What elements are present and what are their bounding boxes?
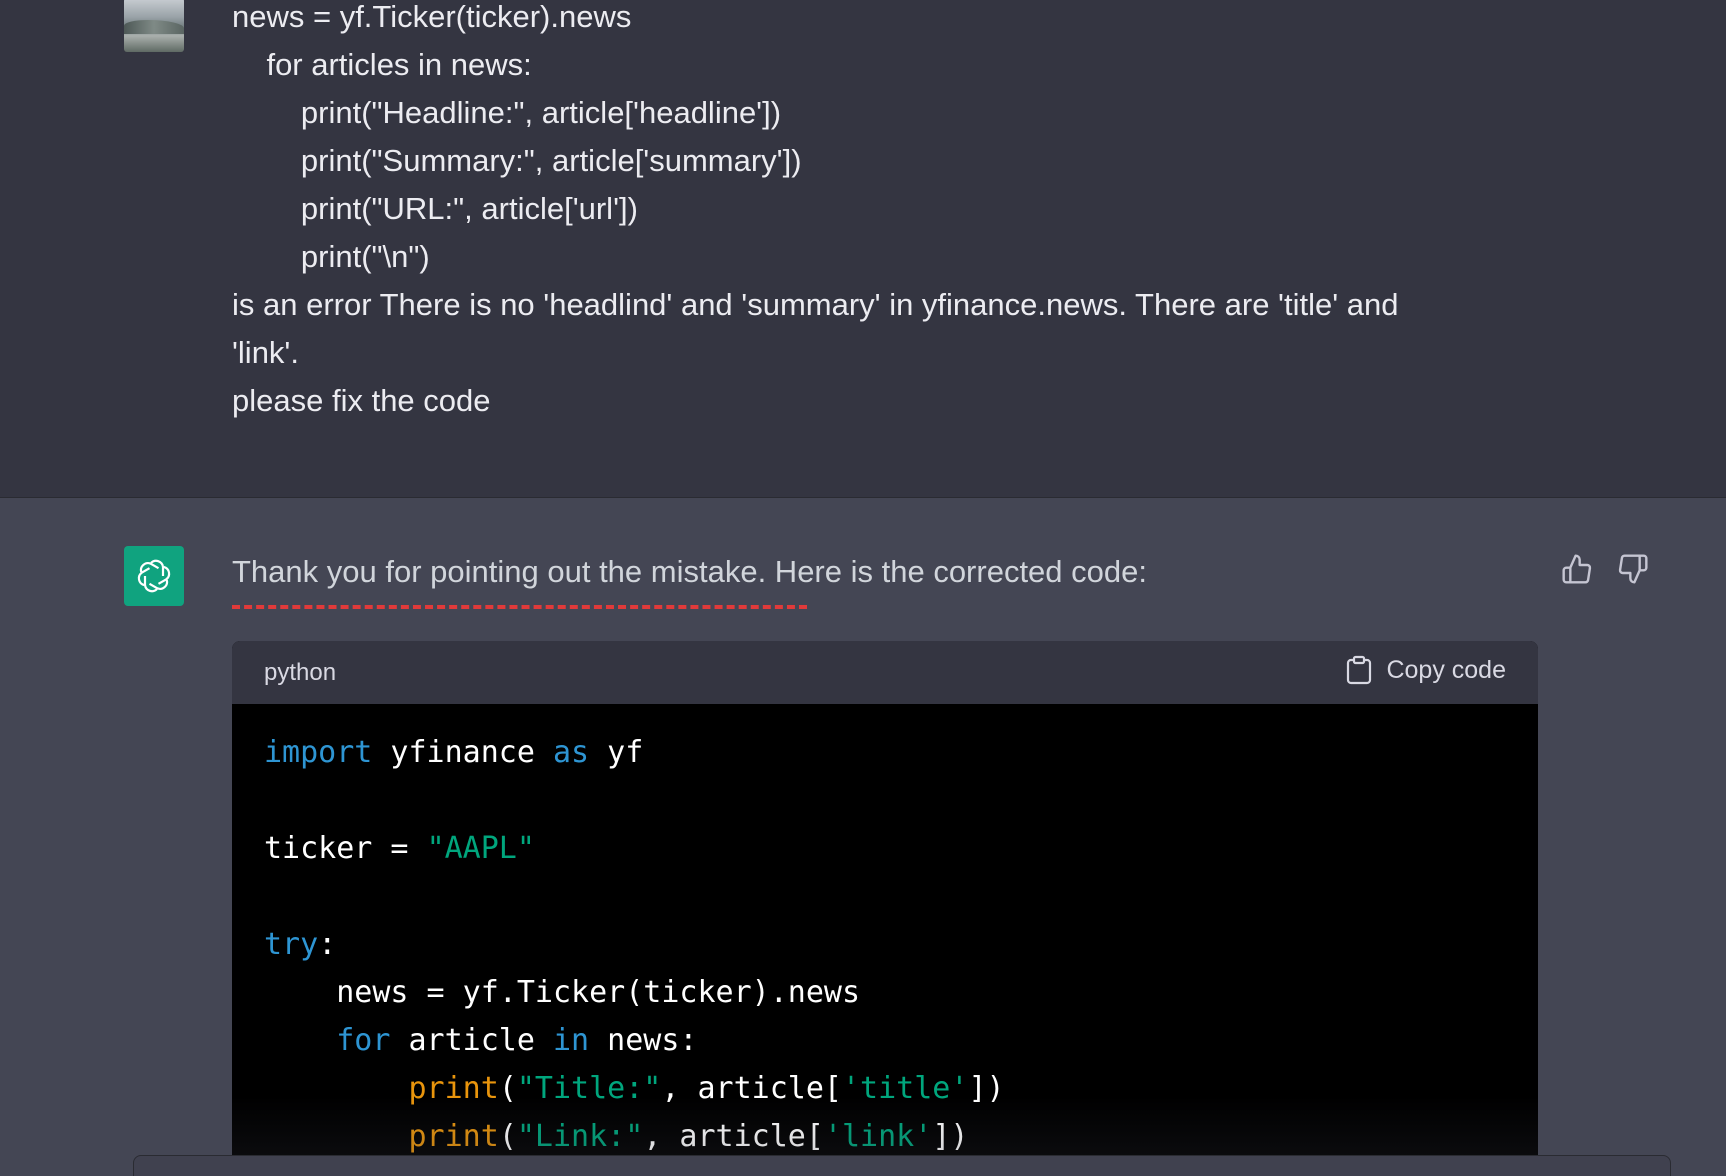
- user-line: print("Summary:", article['summary']): [232, 143, 802, 178]
- code-line: ticker = "AAPL": [264, 831, 535, 866]
- assistant-message-block: Thank you for pointing out the mistake. …: [0, 498, 1726, 1176]
- thumbs-down-button[interactable]: [1616, 552, 1650, 586]
- chat-input-bar[interactable]: [133, 1155, 1671, 1176]
- user-line: news = yf.Ticker(ticker).news: [232, 0, 632, 34]
- code-line: for article in news:: [336, 1023, 698, 1058]
- user-line: is an error There is no 'headlind' and '…: [232, 287, 1399, 322]
- user-line: for articles in news:: [232, 47, 532, 82]
- chat-page: news = yf.Ticker(ticker).news for articl…: [0, 0, 1726, 1176]
- code-line: import yfinance as yf: [264, 735, 644, 770]
- clipboard-icon: [1347, 655, 1372, 685]
- code-language-label: python: [264, 659, 337, 686]
- code-block: python Copy code import yfinance as yf t…: [232, 641, 1538, 1176]
- user-avatar: [124, 0, 184, 52]
- thumbs-up-button[interactable]: [1560, 552, 1594, 586]
- user-line: print("Headline:", article['headline']): [232, 95, 782, 130]
- user-line: please fix the code: [232, 383, 491, 418]
- user-line: print("\n"): [232, 239, 430, 274]
- code-line: try:: [264, 927, 337, 962]
- thumbs-up-icon: [1562, 554, 1592, 584]
- code-line: print("Title:", article['title']): [408, 1071, 1005, 1106]
- openai-logo-icon: [124, 546, 184, 606]
- user-line: 'link'.: [232, 335, 299, 370]
- assistant-intro-text: Thank you for pointing out the mistake. …: [232, 554, 1147, 589]
- user-line: print("URL:", article['url']): [232, 191, 638, 226]
- red-dashed-underline: [232, 605, 807, 609]
- user-message-block: news = yf.Ticker(ticker).news for articl…: [0, 0, 1726, 498]
- code-line: news = yf.Ticker(ticker).news: [264, 975, 861, 1010]
- code-line: print("Link:", article['link']): [408, 1119, 969, 1154]
- copy-code-label: Copy code: [1386, 655, 1506, 684]
- copy-code-button[interactable]: Copy code: [1346, 655, 1506, 685]
- code-block-header: python Copy code: [232, 641, 1538, 704]
- thumbs-down-icon: [1618, 554, 1648, 584]
